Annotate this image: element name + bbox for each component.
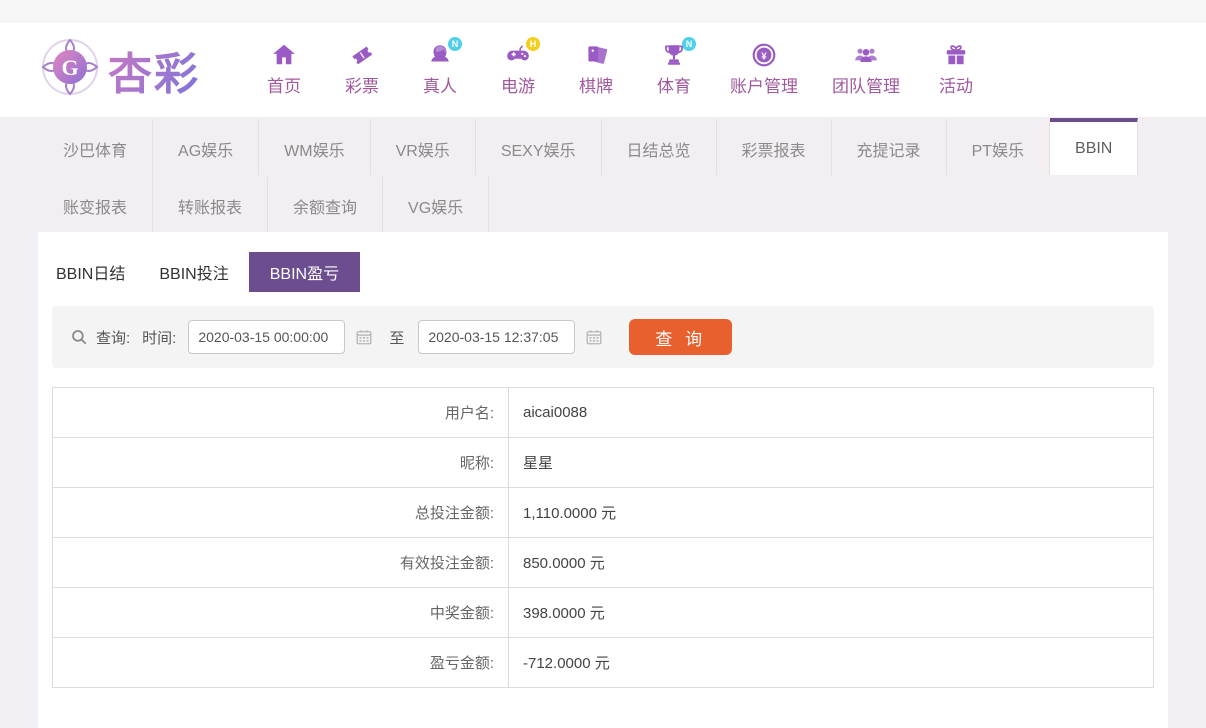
row-label: 有效投注金额: [53,538,509,587]
nav-item-boardgames[interactable]: 棋牌 [574,42,618,97]
nav-label: 首页 [267,77,301,96]
time-label: 时间: [142,329,177,347]
hot-badge: H [526,37,540,51]
nav-item-team[interactable]: 团队管理 [832,42,900,97]
table-row-winnings: 中奖金额: 398.0000 元 [53,588,1153,638]
calendar-icon[interactable] [585,328,603,346]
table-row-username: 用户名: aicai0088 [53,388,1153,438]
gamepad-icon: H [505,37,540,68]
nav-label: 活动 [939,77,973,96]
nav-item-egames[interactable]: H 电游 [496,37,540,97]
nav-item-home[interactable]: 首页 [262,42,306,97]
tab-account-change[interactable]: 账变报表 [38,175,154,232]
row-label: 中奖金额: [53,588,509,637]
query-button[interactable]: 查 询 [629,319,733,355]
new-badge: N [448,37,462,51]
row-label: 用户名: [53,388,509,437]
nav-label: 电游 [501,77,535,96]
table-row-total-bet: 总投注金额: 1,110.0000 元 [53,488,1153,538]
row-value: -712.0000 元 [523,655,610,672]
brand-logo[interactable]: G 杏彩 [38,35,200,104]
svg-text:G: G [61,55,78,80]
tab-pt[interactable]: PT娱乐 [947,118,1051,175]
row-label: 昵称: [53,438,509,487]
nav-label: 棋牌 [579,77,613,96]
subtab-bbin-bets[interactable]: BBIN投注 [159,252,228,292]
row-value: 398.0000 元 [523,605,605,622]
tab-sexy[interactable]: SEXY娱乐 [476,118,602,175]
nav-item-lottery[interactable]: 彩票 [340,42,384,97]
tab-vr[interactable]: VR娱乐 [371,118,476,175]
tab-bbin[interactable]: BBIN [1050,118,1139,175]
gift-icon [943,42,969,68]
svg-text:¥: ¥ [761,51,767,62]
cards-icon [583,42,609,68]
start-time-input[interactable] [188,320,346,354]
coin-icon: ¥ [751,42,777,68]
nav-label: 彩票 [345,77,379,96]
row-value: 星星 [523,455,554,472]
query-bar: 查询: 时间: 至 查 询 [52,306,1154,368]
live-dealer-icon: N [427,37,462,68]
table-row-nickname: 昵称: 星星 [53,438,1153,488]
ticket-icon [349,42,375,68]
nav-item-live[interactable]: N 真人 [418,37,462,97]
tab-daily-summary[interactable]: 日结总览 [602,118,717,175]
nav-label: 体育 [657,77,691,96]
search-icon [70,328,88,346]
top-strip [0,0,1206,22]
tab-deposit-withdraw[interactable]: 充提记录 [832,118,947,175]
nav-item-promotions[interactable]: 活动 [934,42,978,97]
tab-lottery-report[interactable]: 彩票报表 [717,118,832,175]
header: G 杏彩 首页 彩票 N 真人 H 电游 棋牌 N 体育 ¥ 账户管理 团队管理… [0,22,1206,118]
brand-name: 杏彩 [108,38,200,102]
content-card: BBIN日结 BBIN投注 BBIN盈亏 查询: 时间: 至 查 询 用户名: … [38,232,1168,728]
row-label: 盈亏金额: [53,638,509,687]
nav-label: 账户管理 [730,77,798,96]
home-icon [271,42,297,68]
bbin-subtabs: BBIN日结 BBIN投注 BBIN盈亏 [52,246,1154,306]
brand-flower-icon: G [38,35,102,104]
row-value: 1,110.0000 元 [523,505,617,522]
nav-item-sports[interactable]: N 体育 [652,37,696,97]
to-label: 至 [389,329,405,347]
table-row-valid-bet: 有效投注金额: 850.0000 元 [53,538,1153,588]
subtab-bbin-daily[interactable]: BBIN日结 [56,252,125,292]
report-tabbar: 沙巴体育 AG娱乐 WM娱乐 VR娱乐 SEXY娱乐 日结总览 彩票报表 充提记… [0,118,1206,232]
tab-shaba-sports[interactable]: 沙巴体育 [38,118,154,175]
tab-balance-query[interactable]: 余额查询 [268,175,384,232]
tab-ag[interactable]: AG娱乐 [153,118,260,175]
query-label: 查询: [96,329,131,347]
new-badge: N [682,37,696,51]
team-icon [853,42,879,68]
main-nav: 首页 彩票 N 真人 H 电游 棋牌 N 体育 ¥ 账户管理 团队管理 活动 [262,37,978,97]
nav-label: 真人 [423,77,457,96]
end-time-input[interactable] [418,320,576,354]
tab-transfer-report[interactable]: 转账报表 [153,175,269,232]
nav-item-account[interactable]: ¥ 账户管理 [730,42,798,97]
tab-wm[interactable]: WM娱乐 [259,118,371,175]
row-label: 总投注金额: [53,488,509,537]
trophy-icon: N [661,37,696,68]
row-value: aicai0088 [523,404,588,421]
calendar-icon[interactable] [355,328,373,346]
profit-loss-table: 用户名: aicai0088 昵称: 星星 总投注金额: 1,110.0000 … [52,387,1154,688]
subtab-bbin-profitloss[interactable]: BBIN盈亏 [248,252,361,292]
tab-vg[interactable]: VG娱乐 [383,175,490,232]
nav-label: 团队管理 [832,77,900,96]
row-value: 850.0000 元 [523,555,605,572]
table-row-profit-loss: 盈亏金额: -712.0000 元 [53,638,1153,688]
